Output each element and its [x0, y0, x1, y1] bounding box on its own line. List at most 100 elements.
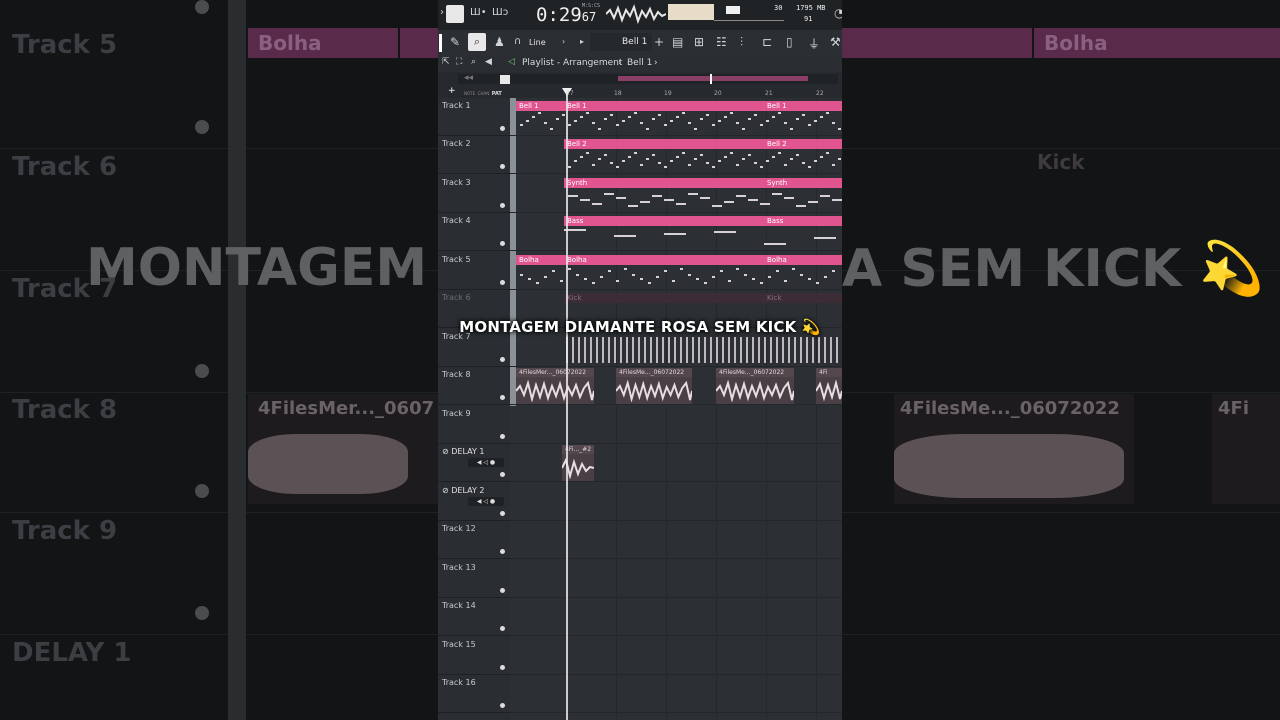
channel-rack-icon[interactable]: ☷ — [716, 35, 727, 49]
pattern-clip[interactable]: Bell 1 — [564, 101, 764, 111]
piano-roll-icon[interactable]: ⊞ — [694, 35, 704, 49]
menu-handle[interactable] — [439, 34, 442, 52]
track-lane[interactable] — [510, 560, 842, 598]
stamp-icon[interactable]: ♟ — [494, 35, 505, 49]
browser-icon[interactable]: ⊏ — [762, 35, 772, 49]
pattern-mode-button[interactable] — [446, 5, 464, 23]
pattern-clip[interactable]: Bell 2 — [564, 139, 764, 149]
track-lane[interactable]: Synth Synth — [510, 175, 842, 213]
pattern-clip[interactable]: Bolha — [564, 255, 764, 265]
track-header[interactable]: Track 3 — [438, 175, 510, 213]
track-header[interactable]: Track 1 — [438, 98, 510, 136]
track-controls[interactable]: ◀ ◁ ● — [468, 458, 504, 467]
pattern-name[interactable]: Bell 1 — [622, 37, 647, 47]
pattern-clip[interactable]: Bolha — [764, 255, 842, 265]
track-lane[interactable] — [510, 637, 842, 675]
track-header[interactable]: Track 5 — [438, 252, 510, 290]
track-header[interactable]: Track 8 — [438, 367, 510, 405]
pattern-clip[interactable]: Bass — [564, 216, 764, 226]
piano-icon[interactable] — [500, 75, 510, 84]
speaker-icon[interactable]: ◀ — [485, 57, 492, 67]
track-header[interactable]: Track 2 — [438, 136, 510, 174]
track-lane[interactable]: Bolha Bolha Bolha — [510, 252, 842, 290]
power-icon[interactable]: ◔ — [834, 6, 842, 20]
track-lane[interactable]: Bell 1 Bell 1 Bell 1 — [510, 98, 842, 136]
track-mute-dot[interactable] — [500, 280, 505, 285]
track-header[interactable]: Track 15 — [438, 637, 510, 675]
pencil-icon[interactable]: ✎ — [450, 35, 460, 49]
track-header[interactable]: Track 14 — [438, 598, 510, 636]
scroll-left-icon[interactable]: ◂◂ — [464, 73, 473, 83]
track-header[interactable]: Track 4 — [438, 213, 510, 251]
track-mute-dot[interactable] — [500, 164, 505, 169]
track-lane[interactable] — [510, 675, 842, 713]
track-mute-dot[interactable] — [500, 472, 505, 477]
snap-mode-select[interactable]: Line — [529, 38, 546, 47]
track-lane[interactable] — [510, 406, 842, 444]
arrow-tool-icon[interactable]: ⇱ — [442, 57, 450, 67]
track-header-delay[interactable]: ⊘ DELAY 2 ◀ ◁ ● — [438, 483, 510, 521]
timeline-ruler[interactable]: ◂◂ + NOTE CHAN PAT 17 18 19 20 21 22 — [438, 72, 842, 98]
add-track-icon[interactable]: + — [448, 86, 456, 96]
file-icon[interactable]: ▯ — [786, 35, 793, 49]
track-mute-dot[interactable] — [500, 549, 505, 554]
track-header[interactable]: Track 16 — [438, 675, 510, 713]
chevron-right-icon[interactable]: › — [440, 7, 444, 18]
track-controls[interactable]: ◀ ◁ ● — [468, 497, 504, 506]
track-mute-dot[interactable] — [500, 588, 505, 593]
pattern-clip[interactable]: Synth — [564, 178, 764, 188]
add-pattern-icon[interactable]: + — [654, 35, 664, 49]
mixer-icon[interactable]: ⫶ — [740, 35, 743, 50]
pattern-clip[interactable]: Bolha — [516, 255, 564, 265]
master-volume-slider[interactable] — [714, 20, 784, 21]
track-lane[interactable] — [510, 521, 842, 559]
zoom-icon[interactable]: ⌕ — [471, 57, 476, 67]
audio-clip[interactable]: 4FilesMer..._06072022 — [516, 368, 594, 404]
magnet-icon[interactable]: ∩ — [514, 36, 521, 47]
track-header-delay[interactable]: ⊘ DELAY 1 ◀ ◁ ● — [438, 444, 510, 482]
chevron-right-icon[interactable]: › — [562, 37, 565, 46]
track-mute-dot[interactable] — [500, 126, 505, 131]
track-mute-dot[interactable] — [500, 203, 505, 208]
track-lane[interactable] — [510, 598, 842, 636]
select-icon[interactable]: ⛶ — [456, 57, 462, 67]
pattern-clip[interactable]: Bell 1 — [764, 101, 842, 111]
track-mute-dot[interactable] — [500, 434, 505, 439]
track-header[interactable]: Track 12 — [438, 521, 510, 559]
muted-pattern-clip[interactable]: Kick — [564, 293, 764, 303]
overview-strip[interactable] — [458, 74, 838, 84]
plugin-icon[interactable]: ⏚ — [808, 35, 820, 52]
track-lane[interactable] — [510, 483, 842, 521]
pattern-clip[interactable]: Bell 2 — [764, 139, 842, 149]
track-mute-dot[interactable] — [500, 626, 505, 631]
track-mute-dot[interactable] — [500, 395, 505, 400]
pattern-clip[interactable]: Bell 1 — [516, 101, 564, 111]
track-mute-dot[interactable] — [500, 665, 505, 670]
audio-clip[interactable]: 4FilesMe..._06072022 — [716, 368, 794, 404]
track-lane[interactable]: 4Fi..._#2 — [510, 444, 842, 482]
note-mark — [580, 199, 590, 201]
playhead-line[interactable] — [566, 90, 568, 720]
pattern-clip[interactable]: Synth — [764, 178, 842, 188]
track-mute-dot[interactable] — [500, 511, 505, 516]
step-icon[interactable]: Ш• — [470, 7, 487, 18]
note-mark — [700, 154, 703, 156]
paint-tool-button[interactable]: ⌕ — [468, 33, 486, 51]
pattern-clip[interactable]: Bass — [764, 216, 842, 226]
chevron-right-icon[interactable]: ▸ — [580, 37, 584, 46]
loop-icon[interactable]: Шↄ — [492, 7, 508, 18]
playlist-icon[interactable]: ▤ — [672, 35, 683, 49]
track-lane[interactable]: 4FilesMer..._06072022 4FilesMe..._060720… — [510, 367, 842, 405]
track-mute-dot[interactable] — [500, 357, 505, 362]
muted-pattern-clip[interactable]: Kick — [764, 293, 842, 303]
track-header[interactable]: Track 13 — [438, 560, 510, 598]
audio-clip[interactable]: 4FilesMe..._06072022 — [616, 368, 692, 404]
audio-clip[interactable]: 4Fi — [816, 368, 842, 404]
wrench-icon[interactable]: ⚒ — [830, 35, 841, 49]
playlist-grid[interactable]: Bell 1 Bell 1 Bell 1 Bell 2 Bell 2 Synth… — [510, 98, 842, 720]
track-lane[interactable]: Bass Bass — [510, 213, 842, 251]
track-mute-dot[interactable] — [500, 241, 505, 246]
track-mute-dot[interactable] — [500, 703, 505, 708]
track-lane[interactable]: Bell 2 Bell 2 — [510, 136, 842, 174]
track-header[interactable]: Track 9 — [438, 406, 510, 444]
